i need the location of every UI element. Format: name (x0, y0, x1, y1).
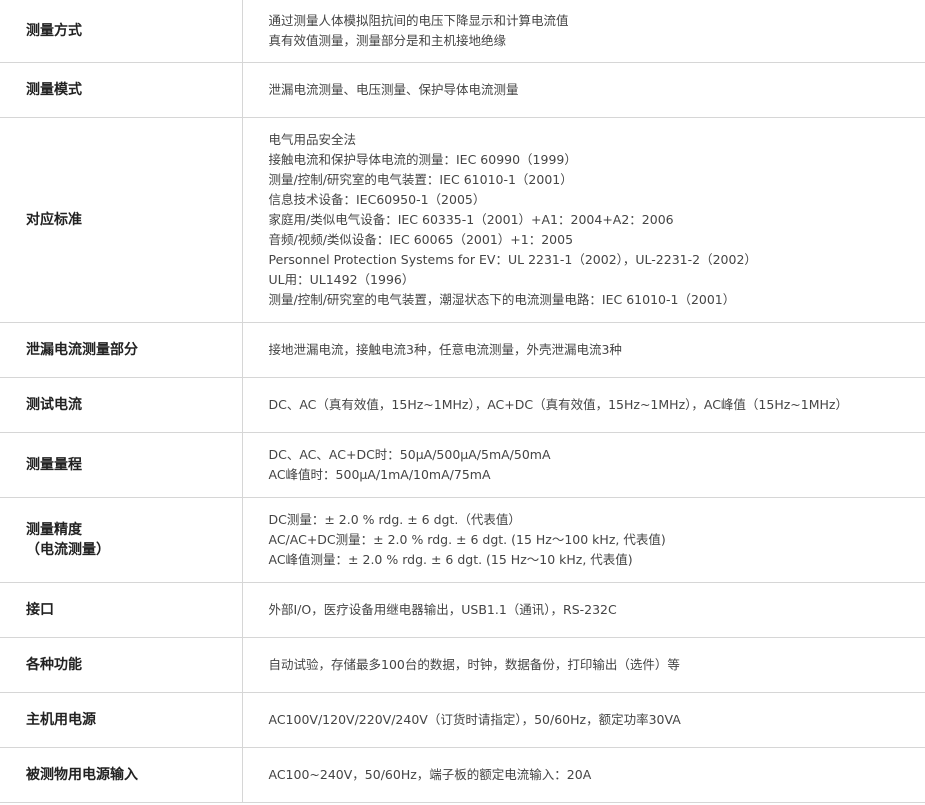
value-line: Personnel Protection Systems for EV：UL 2… (268, 252, 757, 267)
value-line: AC/AC+DC测量：± 2.0 % rdg. ± 6 dgt. (15 Hz～… (268, 532, 666, 547)
label-line: 测量量程 (26, 457, 82, 473)
label-line: 对应标准 (26, 212, 82, 228)
label-line: （电流测量） (26, 542, 110, 558)
value-line: 信息技术设备：IEC60950-1（2005） (268, 192, 486, 207)
value-line: 家庭用/类似电气设备：IEC 60335-1（2001）+A1：2004+A2：… (268, 212, 674, 227)
value-line: UL用：UL1492（1996） (268, 272, 415, 287)
row-label: 测量方式 (0, 0, 243, 63)
value-line: 测量/控制/研究室的电气装置：IEC 61010-1（2001） (268, 172, 573, 187)
row-value: 外部I/O，医疗设备用继电器输出，USB1.1（通讯），RS-232C (241, 582, 925, 638)
label-line: 主机用电源 (26, 712, 96, 728)
value-line: 音频/视频/类似设备：IEC 60065（2001）+1：2005 (268, 232, 574, 247)
spec-row-interface: 接口 外部I/O，医疗设备用继电器输出，USB1.1（通讯），RS-232C (0, 582, 925, 638)
row-value: 电气用品安全法 接触电流和保护导体电流的测量：IEC 60990（1999） 测… (241, 117, 925, 323)
row-value: DC、AC、AC+DC时：50μA/500μA/5mA/50mA AC峰值时：5… (241, 432, 925, 498)
spec-table: 测量方式 通过测量人体模拟阻抗间的电压下降显示和计算电流值 真有效值测量，测量部… (0, 0, 925, 803)
spec-row-measurement-mode: 测量模式 泄漏电流测量、电压测量、保护导体电流测量 (0, 62, 925, 118)
label-line: 接口 (26, 602, 54, 618)
label-line: 被测物用电源输入 (26, 767, 138, 783)
value-line: 电气用品安全法 (268, 132, 357, 147)
label-line: 测量精度 (26, 522, 82, 538)
row-label: 各种功能 (0, 637, 243, 693)
value-line: AC100V/120V/220V/240V（订货时请指定），50/60Hz，额定… (268, 712, 681, 727)
value-line: DC测量：± 2.0 % rdg. ± 6 dgt.（代表值） (268, 512, 521, 527)
spec-row-test-current: 测试电流 DC、AC（真有效值，15Hz~1MHz），AC+DC（真有效值，15… (0, 377, 925, 433)
value-line: 通过测量人体模拟阻抗间的电压下降显示和计算电流值 (268, 13, 569, 28)
row-label: 对应标准 (0, 117, 243, 323)
row-value: 通过测量人体模拟阻抗间的电压下降显示和计算电流值 真有效值测量，测量部分是和主机… (241, 0, 925, 63)
value-line: AC100~240V，50/60Hz，端子板的额定电流输入：20A (268, 767, 592, 782)
value-line: DC、AC、AC+DC时：50μA/500μA/5mA/50mA (268, 447, 551, 462)
value-line: 测量/控制/研究室的电气装置，潮湿状态下的电流测量电路：IEC 61010-1（… (268, 292, 736, 307)
row-label: 测量模式 (0, 62, 243, 118)
row-value: 自动试验，存储最多100台的数据，时钟，数据备份，打印输出（选件）等 (241, 637, 925, 693)
value-line: 自动试验，存储最多100台的数据，时钟，数据备份，打印输出（选件）等 (268, 657, 680, 672)
row-label: 测试电流 (0, 377, 243, 433)
row-label: 测量量程 (0, 432, 243, 498)
spec-row-measurement-method: 测量方式 通过测量人体模拟阻抗间的电压下降显示和计算电流值 真有效值测量，测量部… (0, 0, 925, 63)
value-line: AC峰值测量：± 2.0 % rdg. ± 6 dgt. (15 Hz～10 k… (268, 552, 633, 567)
value-line: 泄漏电流测量、电压测量、保护导体电流测量 (268, 82, 519, 97)
row-label: 测量精度 （电流测量） (0, 497, 243, 583)
row-value: DC、AC（真有效值，15Hz~1MHz），AC+DC（真有效值，15Hz~1M… (241, 377, 925, 433)
row-value: AC100~240V，50/60Hz，端子板的额定电流输入：20A (241, 747, 925, 803)
label-line: 测量模式 (26, 82, 82, 98)
spec-row-measurement-range: 测量量程 DC、AC、AC+DC时：50μA/500μA/5mA/50mA AC… (0, 432, 925, 498)
spec-row-leakage-current-parts: 泄漏电流测量部分 接地泄漏电流，接触电流3种，任意电流测量，外壳泄漏电流3种 (0, 322, 925, 378)
spec-row-standards: 对应标准 电气用品安全法 接触电流和保护导体电流的测量：IEC 60990（19… (0, 117, 925, 323)
spec-row-measurement-accuracy: 测量精度 （电流测量） DC测量：± 2.0 % rdg. ± 6 dgt.（代… (0, 497, 925, 583)
value-line: 外部I/O，医疗设备用继电器输出，USB1.1（通讯），RS-232C (268, 602, 617, 617)
value-line: AC峰值时：500μA/1mA/10mA/75mA (268, 467, 491, 482)
row-value: 泄漏电流测量、电压测量、保护导体电流测量 (241, 62, 925, 118)
spec-row-main-power: 主机用电源 AC100V/120V/220V/240V（订货时请指定），50/6… (0, 692, 925, 748)
label-line: 泄漏电流测量部分 (26, 342, 138, 358)
spec-row-dut-power-input: 被测物用电源输入 AC100~240V，50/60Hz，端子板的额定电流输入：2… (0, 747, 925, 803)
row-label: 主机用电源 (0, 692, 243, 748)
row-label: 接口 (0, 582, 243, 638)
value-line: DC、AC（真有效值，15Hz~1MHz），AC+DC（真有效值，15Hz~1M… (268, 397, 848, 412)
row-value: AC100V/120V/220V/240V（订货时请指定），50/60Hz，额定… (241, 692, 925, 748)
label-line: 测量方式 (26, 23, 82, 39)
value-line: 真有效值测量，测量部分是和主机接地绝缘 (268, 33, 507, 48)
value-line: 接触电流和保护导体电流的测量：IEC 60990（1999） (268, 152, 577, 167)
label-line: 测试电流 (26, 397, 82, 413)
spec-row-functions: 各种功能 自动试验，存储最多100台的数据，时钟，数据备份，打印输出（选件）等 (0, 637, 925, 693)
value-line: 接地泄漏电流，接触电流3种，任意电流测量，外壳泄漏电流3种 (268, 342, 622, 357)
row-label: 泄漏电流测量部分 (0, 322, 243, 378)
row-label: 被测物用电源输入 (0, 747, 243, 803)
label-line: 各种功能 (26, 657, 82, 673)
row-value: 接地泄漏电流，接触电流3种，任意电流测量，外壳泄漏电流3种 (241, 322, 925, 378)
row-value: DC测量：± 2.0 % rdg. ± 6 dgt.（代表值） AC/AC+DC… (241, 497, 925, 583)
